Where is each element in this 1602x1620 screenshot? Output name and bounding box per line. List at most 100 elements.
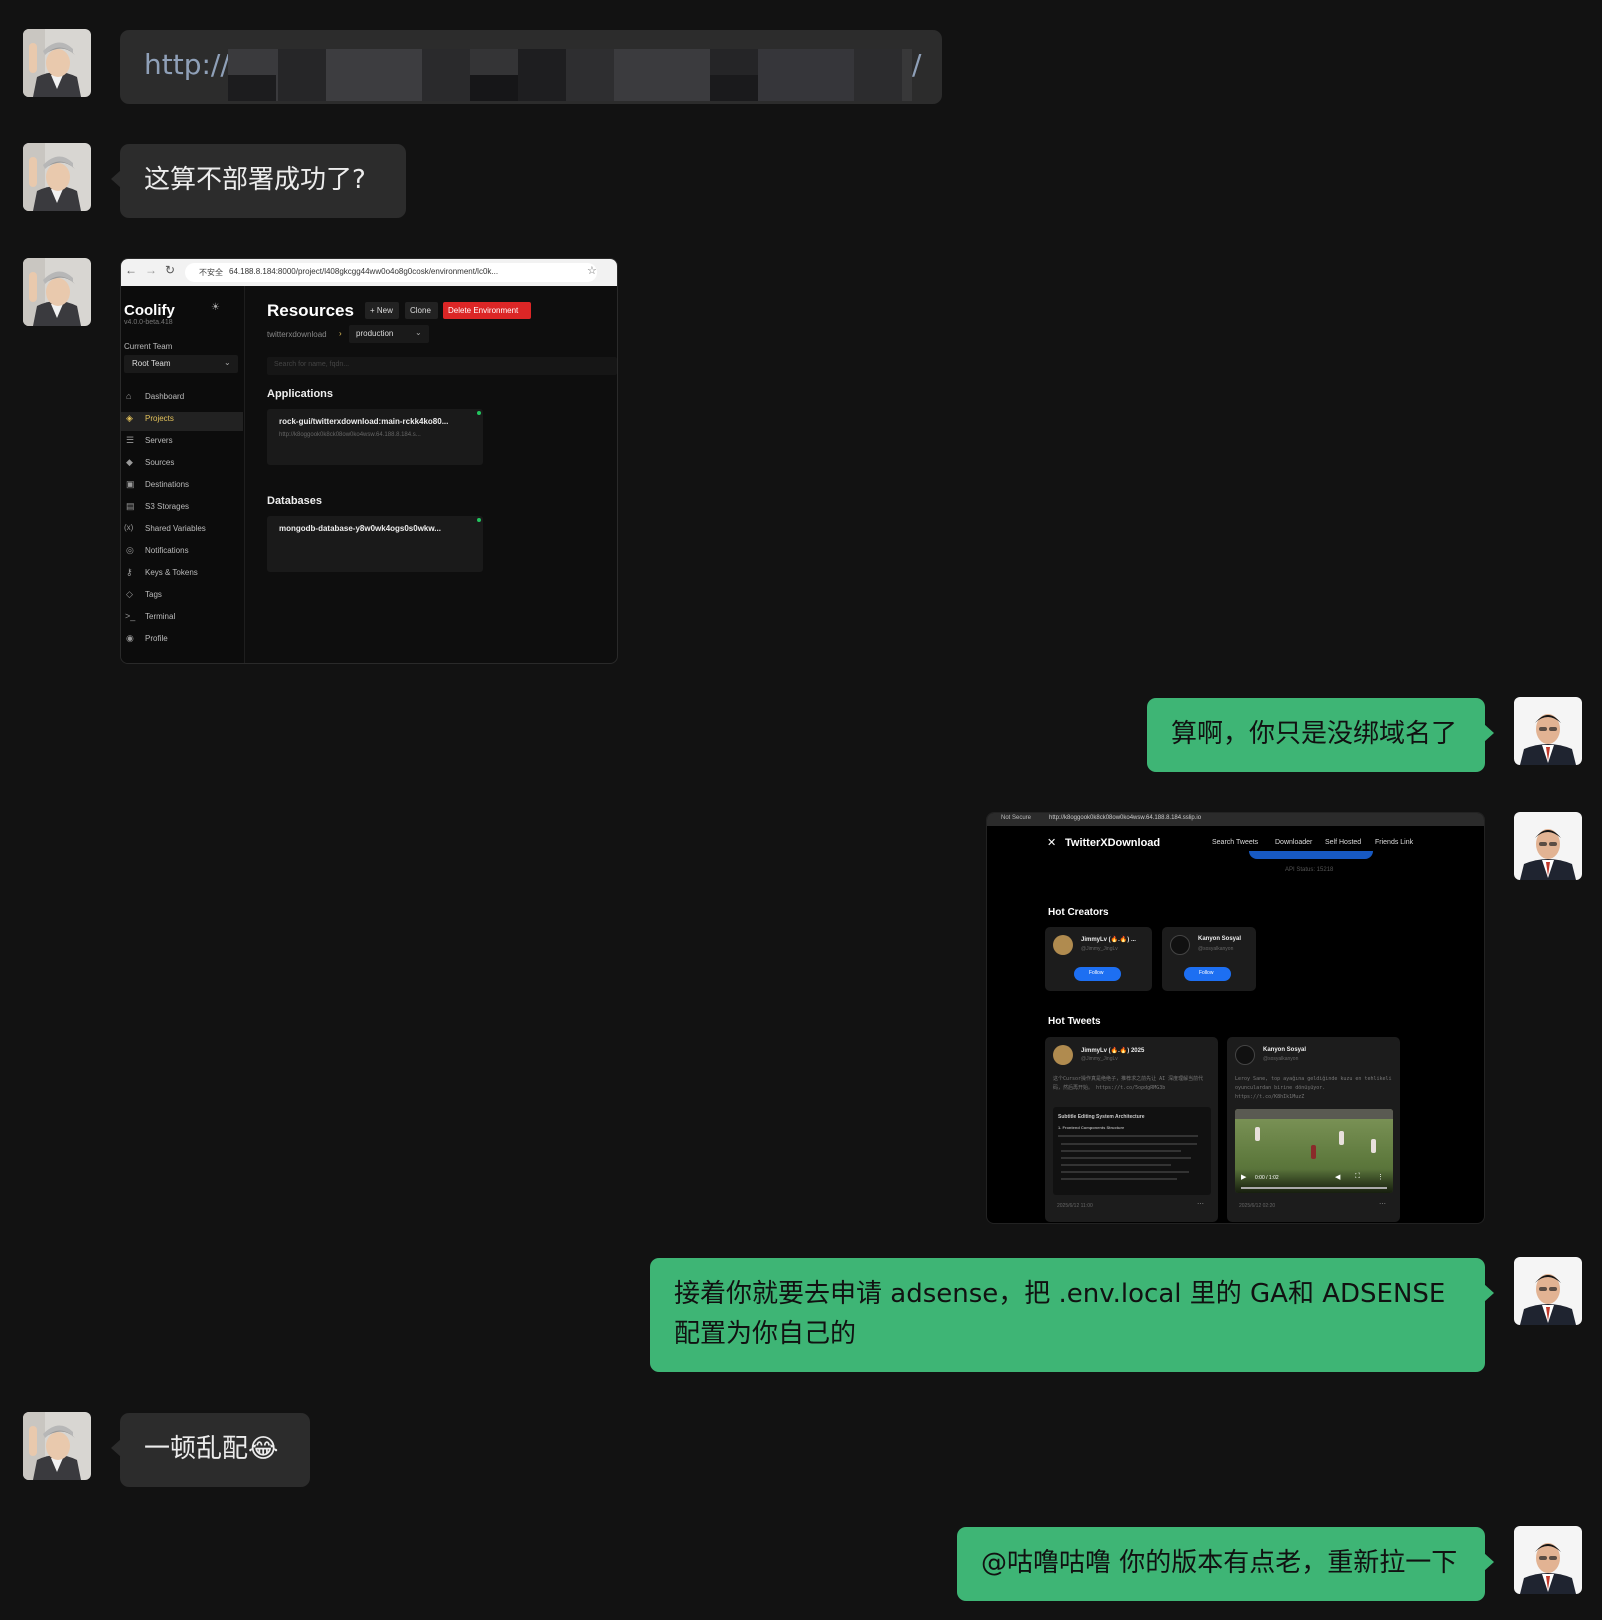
creator-card[interactable]: Kanyon Sosyal @sosyalkanyon Follow [1162, 927, 1256, 991]
avatar [1053, 935, 1073, 955]
app-name: rock-gui/twitterxdownload:main-rckk4ko80… [279, 417, 449, 426]
creator-name: Kanyon Sosyal [1198, 936, 1242, 942]
tweet-card[interactable]: Kanyon Sosyal @sosyalkanyon Leroy Sane, … [1227, 1037, 1400, 1222]
coolify-brand: Coolify [124, 302, 175, 319]
nav-search-tweets[interactable]: Search Tweets [1212, 839, 1258, 846]
screenshot-coolify[interactable]: ← → ↻ 不安全 64.188.8.184:8000/project/l408… [120, 258, 618, 664]
nav-servers[interactable]: Servers [145, 436, 173, 445]
new-button[interactable]: + New [365, 302, 399, 319]
nav-destinations[interactable]: Destinations [145, 480, 189, 489]
x-logo-icon: ✕ [1047, 837, 1057, 849]
database-card[interactable]: mongodb-database-y8w0wk4ogs0s0wkw... [267, 516, 483, 572]
tweet-card[interactable]: JimmyLv (🔥.🔥) 2025 @Jimmy_JingLv 这个Curso… [1045, 1037, 1218, 1222]
status-dot [477, 518, 481, 522]
nav-friends-link[interactable]: Friends Link [1375, 839, 1413, 846]
video-player[interactable]: ▶ 0:00 / 1:02 ◀ ⛶ ⋮ [1235, 1109, 1393, 1193]
volume-icon[interactable]: ◀ [1335, 1173, 1340, 1181]
nav-profile[interactable]: Profile [145, 634, 168, 643]
contact-avatar[interactable] [1514, 1257, 1582, 1325]
avatar [1170, 935, 1190, 955]
message-bubble: 算啊，你只是没绑域名了 [1147, 698, 1494, 772]
layers-icon: ◈ [126, 413, 133, 423]
chevron-right-icon: › [339, 329, 342, 338]
contact-avatar[interactable] [1514, 1526, 1582, 1594]
nav-self-hosted[interactable]: Self Hosted [1325, 839, 1361, 846]
nav-terminal[interactable]: Terminal [145, 612, 175, 621]
nav-shared-variables[interactable]: Shared Variables [145, 524, 206, 533]
brand-title: TwitterXDownload [1065, 837, 1161, 849]
contact-avatar[interactable] [1514, 697, 1582, 765]
tweet-date: 2025/6/12 02:20 [1239, 1203, 1276, 1209]
screenshot-twitterxdownload[interactable]: Not Secure http://k8oggook0k8ck08ow0ko4w… [986, 812, 1485, 1224]
message-bubble: 这算不部署成功了? [111, 144, 406, 218]
bell-icon: ◎ [126, 545, 134, 555]
databases-heading: Databases [267, 495, 323, 507]
applications-heading: Applications [267, 388, 334, 400]
url-trailing: / [912, 48, 922, 81]
profile-icon: ◉ [126, 633, 134, 643]
back-icon: ← [125, 263, 137, 277]
creator-card[interactable]: JimmyLv (🔥.🔥) ... @Jimmy_JingLv Follow [1045, 927, 1152, 991]
nav-s3-storages[interactable]: S3 Storages [145, 502, 189, 511]
user-avatar[interactable] [23, 1412, 91, 1480]
nav-dashboard[interactable]: Dashboard [145, 392, 184, 401]
hot-tweets-heading: Hot Tweets [1048, 1016, 1101, 1027]
server-icon: ☰ [126, 435, 135, 445]
tweet-handle: @sosyalkanyon [1263, 1056, 1299, 1062]
team-label: Current Team [124, 342, 173, 351]
nav-tags[interactable]: Tags [145, 590, 162, 599]
creator-handle: @sosyalkanyon [1198, 946, 1234, 952]
delete-environment-button[interactable]: Delete Environment [443, 302, 531, 319]
hot-creators-heading: Hot Creators [1048, 907, 1109, 918]
storage-icon: ▤ [126, 501, 135, 511]
key-icon: ⚷ [126, 567, 133, 577]
tweet-date: 2025/6/12 11:00 [1057, 1203, 1093, 1209]
fullscreen-icon[interactable]: ⛶ [1355, 1173, 1360, 1181]
coolify-sidebar: Coolify v4.0.0-beta.418 ☀ Current Team R… [121, 286, 245, 663]
application-card[interactable]: rock-gui/twitterxdownload:main-rckk4ko80… [267, 409, 483, 465]
user-avatar[interactable] [23, 143, 91, 211]
home-icon: ⌂ [126, 391, 132, 401]
more-icon[interactable]: ⋯ [1379, 1200, 1386, 1208]
message-bubble: 一顿乱配😂 [111, 1413, 310, 1487]
more-icon[interactable]: ⋯ [1197, 1200, 1204, 1208]
clone-button[interactable]: Clone [405, 302, 438, 319]
nav-sources[interactable]: Sources [145, 458, 174, 467]
more-icon[interactable]: ⋮ [1377, 1173, 1384, 1181]
message-text: 算啊，你只是没绑域名了 [1171, 719, 1458, 749]
play-icon[interactable]: ▶ [1241, 1173, 1246, 1181]
coolify-version: v4.0.0-beta.418 [124, 319, 173, 326]
user-avatar[interactable] [23, 258, 91, 326]
tweet-author: JimmyLv (🔥.🔥) 2025 [1081, 1048, 1145, 1054]
tweet-author: Kanyon Sosyal [1263, 1047, 1307, 1053]
nav-downloader[interactable]: Downloader [1275, 839, 1312, 846]
nav-keys-tokens[interactable]: Keys & Tokens [145, 568, 198, 577]
avatar [1053, 1045, 1073, 1065]
chevron-down-icon: ⌄ [415, 328, 422, 337]
tweet-image: Subtitle Editing System Architecture 1. … [1053, 1107, 1211, 1195]
nav-notifications[interactable]: Notifications [145, 546, 189, 555]
browser-bar: ← → ↻ 不安全 64.188.8.184:8000/project/l408… [121, 259, 617, 286]
variable-icon: (x) [124, 523, 134, 532]
api-status: API Status: 15218 [1285, 867, 1334, 873]
creator-name: JimmyLv (🔥.🔥) ... [1081, 937, 1136, 943]
environment-select[interactable]: production ⌄ [349, 325, 429, 343]
contact-avatar[interactable] [1514, 812, 1582, 880]
star-icon: ☆ [587, 265, 597, 277]
creator-handle: @Jimmy_JingLv [1081, 946, 1118, 952]
user-avatar[interactable] [23, 29, 91, 97]
video-time: 0:00 / 1:02 [1255, 1175, 1279, 1181]
follow-button[interactable]: Follow [1074, 967, 1121, 981]
tag-icon: ◇ [126, 589, 133, 599]
tweet-handle: @Jimmy_JingLv [1081, 1056, 1118, 1062]
search-input[interactable]: Search for name, fqdn... [267, 357, 617, 375]
breadcrumb[interactable]: twitterxdownload [267, 330, 327, 339]
message-url: http:// / [120, 30, 942, 104]
destination-icon: ▣ [126, 479, 135, 489]
nav-projects[interactable]: Projects [145, 414, 174, 423]
url-label: http://k8oggook0k8ck08ow0ko4wsw.64.188.8… [1049, 815, 1202, 821]
projects-highlight [121, 412, 243, 431]
theme-icon: ☀ [211, 302, 220, 313]
follow-button[interactable]: Follow [1184, 967, 1231, 981]
team-select[interactable]: Root Team ⌄ [124, 355, 238, 373]
